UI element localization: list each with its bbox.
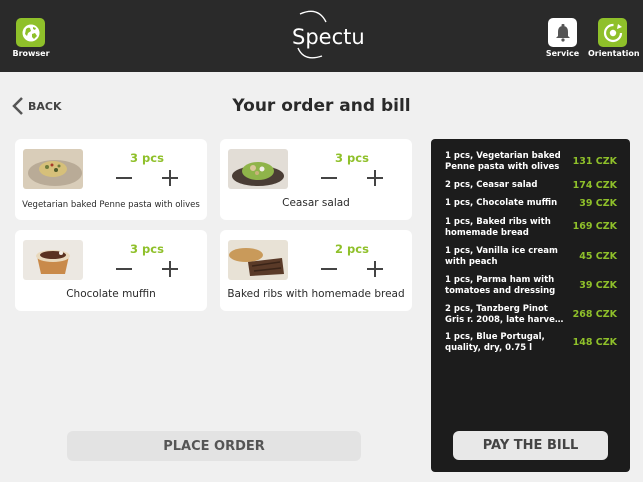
order-item-card: 3 pcs Vegetarian baked Penne pasta with …	[15, 139, 207, 220]
bill-item: 2 pcs, Ceasar salad	[445, 180, 538, 190]
browser-button[interactable]	[16, 18, 45, 47]
bill-item: 1 pcs, Parma ham with tomatoes and dress…	[445, 275, 556, 296]
bill-item: 1 pcs, Vanilla ice cream with peach	[445, 246, 558, 267]
bill-price: 39 CZK	[579, 198, 617, 209]
service-button[interactable]	[548, 18, 577, 47]
item-name: Ceasar salad	[282, 197, 350, 209]
item-name: Chocolate muffin	[66, 288, 156, 300]
bill-price: 131 CZK	[572, 156, 617, 167]
back-button[interactable]: BACK	[12, 96, 62, 116]
orientation-button[interactable]	[598, 18, 627, 47]
decrease-quantity-button[interactable]	[320, 260, 338, 278]
muffin-photo	[23, 240, 83, 280]
increase-quantity-button[interactable]	[366, 169, 384, 187]
decrease-quantity-button[interactable]	[115, 169, 133, 187]
bill-price: 148 CZK	[572, 337, 617, 348]
increase-quantity-button[interactable]	[161, 260, 179, 278]
salad-dish-photo	[228, 149, 288, 189]
place-order-button[interactable]: PLACE ORDER	[67, 431, 361, 461]
bill-price: 39 CZK	[579, 280, 617, 291]
globe-icon	[22, 24, 39, 41]
order-item-card: 3 pcs Chocolate muffin	[15, 230, 207, 311]
orientation-label: Orientation	[588, 49, 640, 58]
decrease-quantity-button[interactable]	[115, 260, 133, 278]
bill-item: 2 pcs, Tanzberg Pinot Gris r. 2008, late…	[445, 304, 564, 325]
pasta-dish-photo	[23, 149, 83, 189]
bell-icon	[555, 23, 570, 42]
bill-item: 1 pcs, Chocolate muffin	[445, 198, 558, 208]
chevron-left-icon	[12, 97, 23, 115]
ribs-dish-photo	[228, 240, 288, 280]
bill-price: 169 CZK	[572, 221, 617, 232]
back-label: BACK	[28, 99, 62, 113]
item-name: Baked ribs with homemade bread	[227, 288, 405, 300]
bill-price: 174 CZK	[572, 180, 617, 191]
browser-label: Browser	[12, 49, 50, 58]
quantity-value: 2 pcs	[335, 242, 369, 256]
quantity-value: 3 pcs	[335, 151, 369, 165]
pay-bill-button[interactable]: PAY THE BILL	[453, 431, 608, 460]
increase-quantity-button[interactable]	[366, 260, 384, 278]
bill-price: 268 CZK	[572, 309, 617, 320]
top-bar: Browser Spectu Service Orientation	[0, 0, 643, 72]
rotate-icon	[603, 23, 622, 42]
bill-item: 1 pcs, Baked ribs with homemade bread	[445, 217, 551, 238]
quantity-value: 3 pcs	[130, 242, 164, 256]
item-name: Vegetarian baked Penne pasta with olives	[22, 200, 200, 210]
spectu-logo: Spectu	[282, 10, 365, 60]
service-label: Service	[545, 49, 580, 58]
bill-panel: 1 pcs, Vegetarian baked Penne pasta with…	[431, 139, 630, 472]
decrease-quantity-button[interactable]	[320, 169, 338, 187]
bill-item: 1 pcs, Blue Portugal, quality, dry, 0.75…	[445, 332, 545, 353]
bill-item: 1 pcs, Vegetarian baked Penne pasta with…	[445, 151, 561, 172]
logo-text: Spectu	[292, 25, 365, 49]
order-item-card: 3 pcs Ceasar salad	[220, 139, 412, 220]
page-title: Your order and bill	[232, 96, 411, 116]
order-item-card: 2 pcs Baked ribs with homemade bread	[220, 230, 412, 311]
increase-quantity-button[interactable]	[161, 169, 179, 187]
quantity-value: 3 pcs	[130, 151, 164, 165]
bill-price: 45 CZK	[579, 251, 617, 262]
